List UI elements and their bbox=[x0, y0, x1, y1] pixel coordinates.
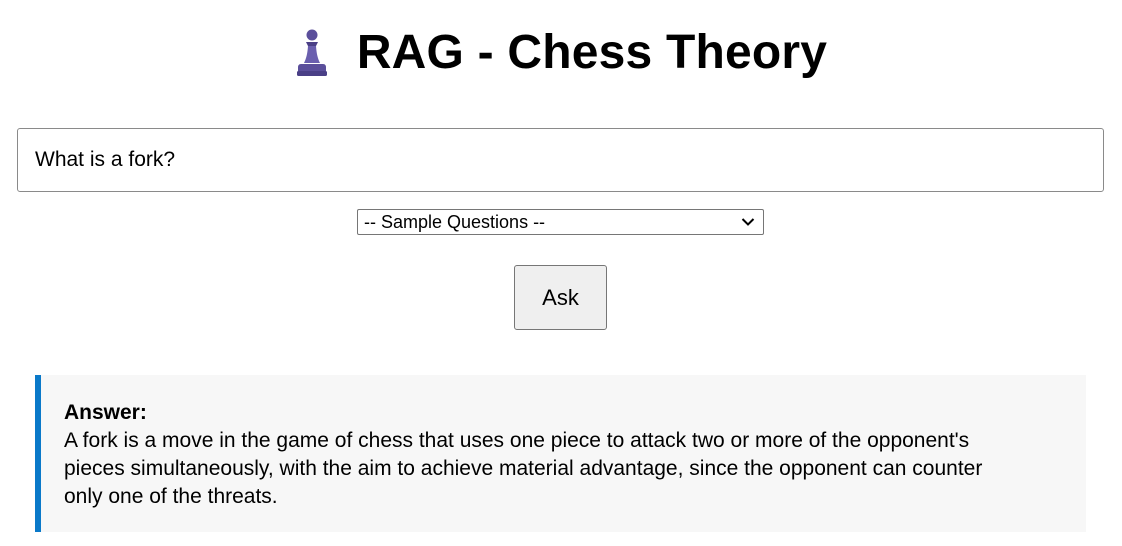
answer-panel: Answer: A fork is a move in the game of … bbox=[35, 375, 1086, 532]
chevron-down-icon bbox=[741, 218, 755, 226]
page-title: RAG - Chess Theory bbox=[356, 25, 828, 79]
answer-text: A fork is a move in the game of chess th… bbox=[64, 429, 983, 508]
page-header: RAG - Chess Theory bbox=[0, 22, 1122, 82]
sample-questions-selected: -- Sample Questions -- bbox=[364, 211, 546, 232]
ask-button[interactable]: Ask bbox=[514, 265, 607, 330]
chess-pawn-icon bbox=[296, 29, 327, 76]
page: RAG - Chess Theory -- Sample Questions -… bbox=[0, 0, 1122, 546]
question-input[interactable] bbox=[17, 128, 1104, 192]
sample-questions-select[interactable]: -- Sample Questions -- bbox=[357, 209, 764, 235]
answer-heading: Answer: bbox=[64, 401, 147, 424]
